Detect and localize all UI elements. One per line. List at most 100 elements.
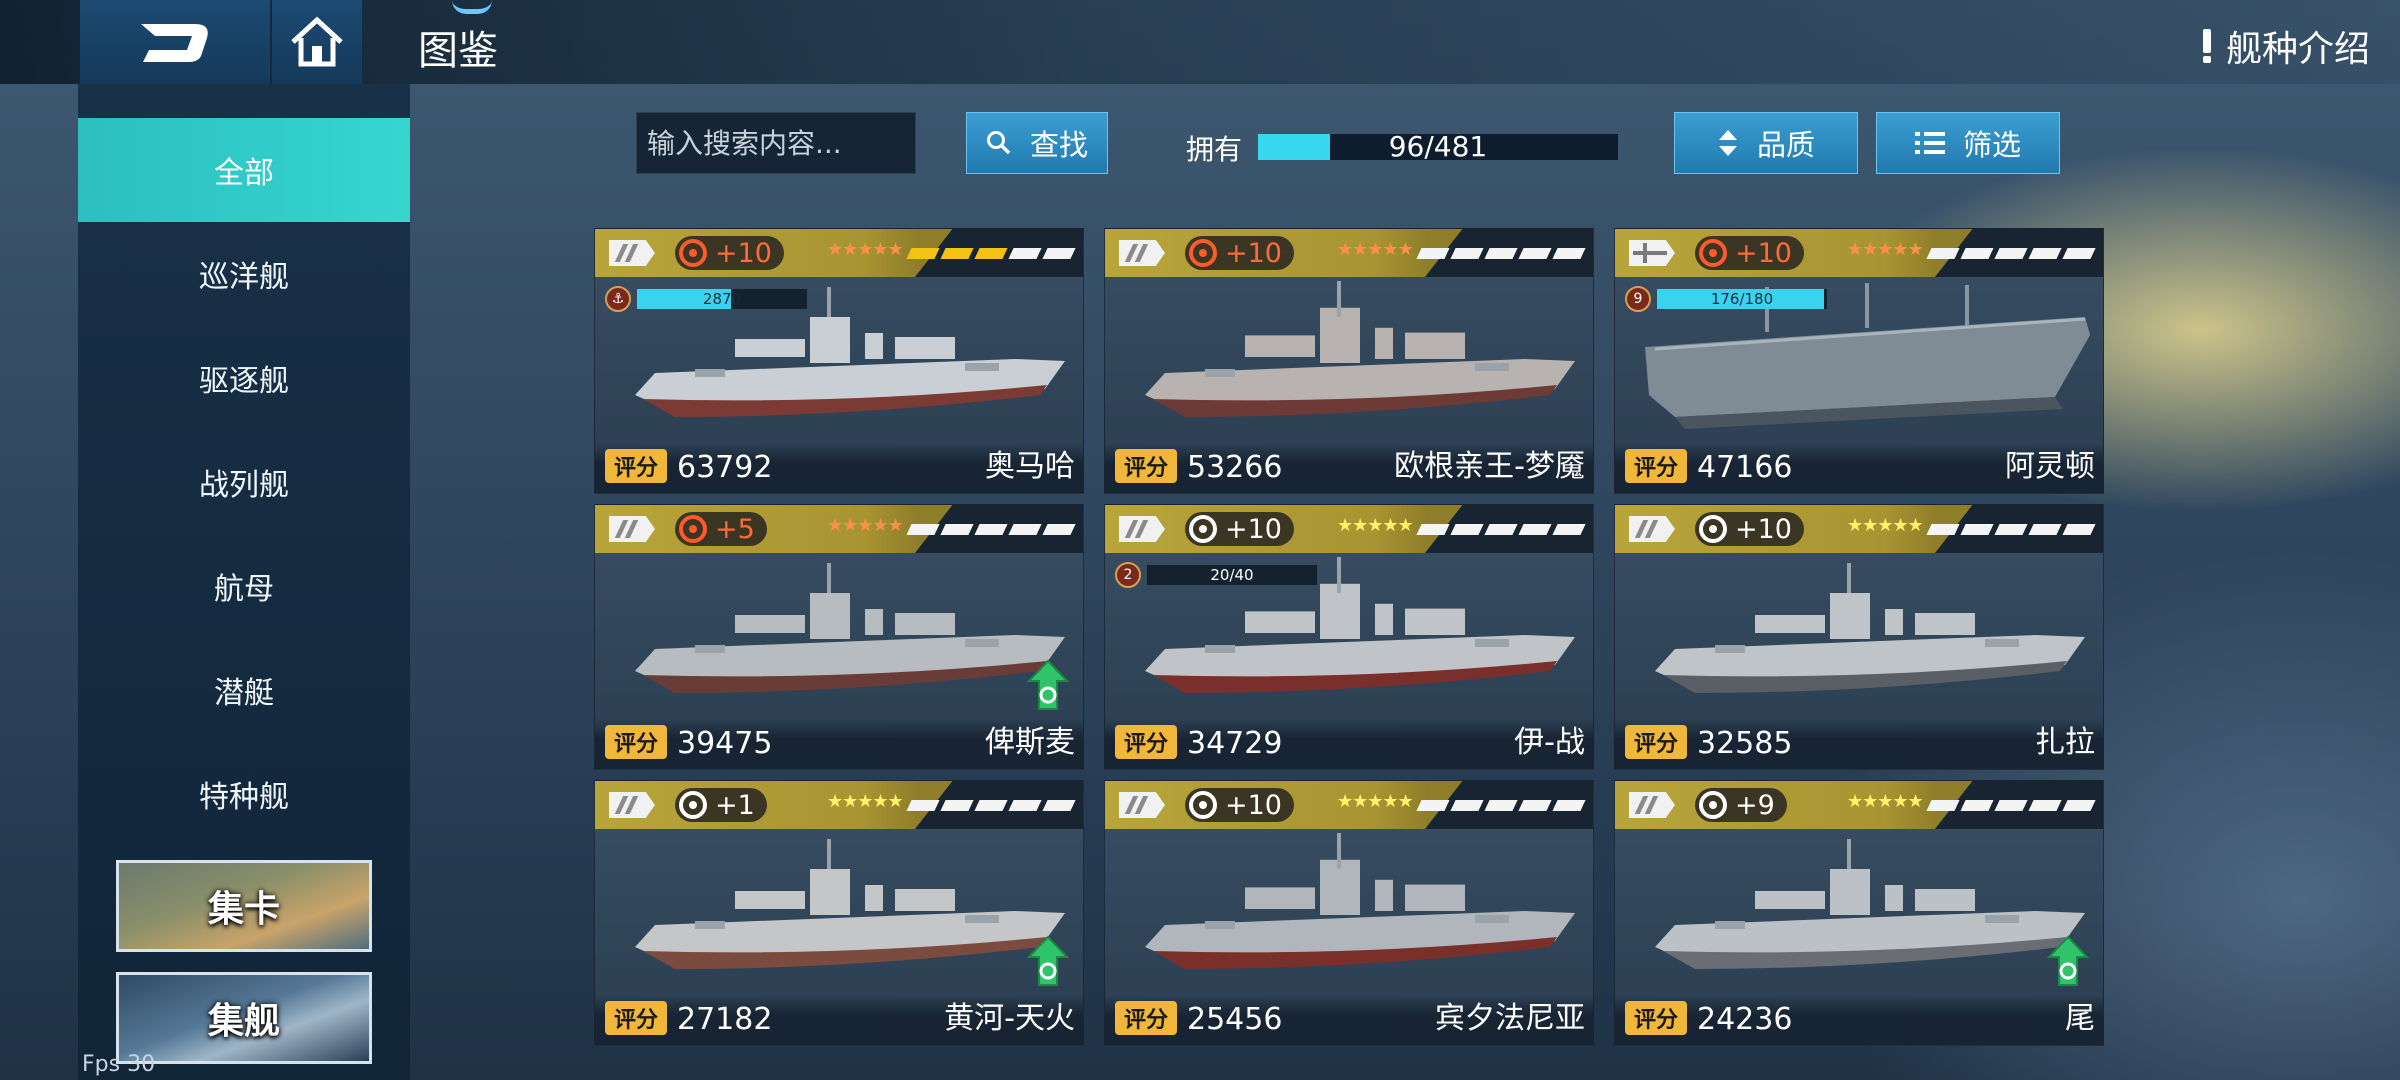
score-value: 53266 bbox=[1187, 450, 1283, 485]
level-segment bbox=[2062, 524, 2096, 535]
sidebar-item-special[interactable]: 特种舰 bbox=[78, 742, 410, 846]
level-segment bbox=[1008, 524, 1042, 535]
level-segment bbox=[1042, 524, 1076, 535]
sidebar-item-all[interactable]: 全部 bbox=[78, 118, 410, 222]
exclamation-icon bbox=[2202, 29, 2212, 63]
ship-card[interactable]: +10 ★★★★★ ⚓ 2870 评分 63792 奥马哈 bbox=[594, 228, 1084, 494]
ship-card[interactable]: +1 ★★★★★ 评分 27182 黄河-天火 bbox=[594, 780, 1084, 1046]
score-label: 评分 bbox=[1625, 449, 1687, 483]
ship-name: 阿灵顿 bbox=[2005, 449, 2095, 484]
level-segment bbox=[1484, 524, 1518, 535]
star-rating: ★★★★★ bbox=[1337, 239, 1414, 260]
card-header: +10 ★★★★★ bbox=[1105, 229, 1593, 277]
gear-icon bbox=[679, 791, 707, 819]
cruiser-type-icon bbox=[1629, 792, 1675, 818]
level-segment bbox=[2062, 800, 2096, 811]
sidebar-item-submarine[interactable]: 潜艇 bbox=[78, 638, 410, 742]
score-value: 63792 bbox=[677, 450, 773, 485]
ship-card[interactable]: +10 ★★★★★ 评分 32585 扎拉 bbox=[1614, 504, 2104, 770]
score-label: 评分 bbox=[1625, 1001, 1687, 1035]
level-segment bbox=[1994, 248, 2028, 259]
sidebar: 全部 巡洋舰 驱逐舰 战列舰 航母 潜艇 特种舰 集卡 集舰 bbox=[78, 84, 410, 1080]
star-rating: ★★★★★ bbox=[827, 515, 904, 536]
top-bar: 图鉴 舰种介绍 bbox=[0, 0, 2400, 84]
level-segment bbox=[1008, 248, 1042, 259]
search-input[interactable] bbox=[636, 112, 916, 174]
ship-collection-tile[interactable]: 集舰 bbox=[116, 972, 372, 1064]
level-segment bbox=[1484, 800, 1518, 811]
title-decoration bbox=[452, 0, 492, 14]
card-header: +9 ★★★★★ bbox=[1615, 781, 2103, 829]
sidebar-item-cruiser[interactable]: 巡洋舰 bbox=[78, 222, 410, 326]
gear-icon bbox=[1189, 239, 1217, 267]
star-rating: ★★★★★ bbox=[827, 239, 904, 260]
level-segments bbox=[1416, 524, 1586, 535]
ship-name: 奥马哈 bbox=[985, 449, 1075, 484]
enhance-level-badge: +5 bbox=[675, 512, 767, 546]
enhance-level-text: +10 bbox=[715, 237, 772, 269]
level-segment bbox=[1552, 248, 1586, 259]
enhance-level-text: +10 bbox=[1225, 237, 1282, 269]
upgrade-arrow-icon[interactable] bbox=[1027, 935, 1069, 987]
fps-counter: Fps 30 bbox=[82, 1052, 156, 1077]
ship-image bbox=[635, 563, 1065, 693]
enhance-level-text: +9 bbox=[1735, 789, 1775, 821]
card-footer: 评分 63792 奥马哈 bbox=[595, 443, 1083, 493]
level-segment bbox=[1042, 248, 1076, 259]
ship-card[interactable]: +10 ★★★★★ 2 20/40 评分 34729 伊-战 bbox=[1104, 504, 1594, 770]
upgrade-arrow-icon[interactable] bbox=[1027, 659, 1069, 711]
card-header: +10 ★★★★★ bbox=[1105, 781, 1593, 829]
score-label: 评分 bbox=[605, 449, 667, 483]
ship-card[interactable]: +9 ★★★★★ 评分 24236 尾 bbox=[1614, 780, 2104, 1046]
ship-card[interactable]: +5 ★★★★★ 评分 39475 俾斯麦 bbox=[594, 504, 1084, 770]
enhance-level-badge: +10 bbox=[1185, 236, 1294, 270]
level-segment bbox=[1416, 800, 1450, 811]
card-footer: 评分 53266 欧根亲王-梦魇 bbox=[1105, 443, 1593, 493]
level-segment bbox=[1450, 800, 1484, 811]
level-segment bbox=[1416, 524, 1450, 535]
back-logo-button[interactable] bbox=[80, 0, 270, 84]
ship-name: 俾斯麦 bbox=[985, 725, 1075, 760]
level-segment bbox=[1926, 248, 1960, 259]
sidebar-item-label: 全部 bbox=[214, 156, 274, 191]
ship-card[interactable]: +10 ★★★★★ 评分 25456 宾夕法尼亚 bbox=[1104, 780, 1594, 1046]
fragment-progress: 2 20/40 bbox=[1115, 561, 1317, 589]
search-button[interactable]: 查找 bbox=[966, 112, 1108, 174]
cruiser-type-icon bbox=[609, 516, 655, 542]
star-rating: ★★★★★ bbox=[1337, 791, 1414, 812]
score-value: 24236 bbox=[1697, 1002, 1793, 1037]
ship-image-area bbox=[595, 553, 1083, 721]
owned-label: 拥有 bbox=[1186, 133, 1243, 166]
level-segment bbox=[906, 248, 940, 259]
enhance-level-badge: +10 bbox=[675, 236, 784, 270]
star-rating: ★★★★★ bbox=[1337, 515, 1414, 536]
sidebar-item-destroyer[interactable]: 驱逐舰 bbox=[78, 326, 410, 430]
ship-card[interactable]: +10 ★★★★★ 9 176/180 评分 47166 阿灵顿 bbox=[1614, 228, 2104, 494]
sidebar-item-battleship[interactable]: 战列舰 bbox=[78, 430, 410, 534]
score-label: 评分 bbox=[605, 1001, 667, 1035]
card-footer: 评分 24236 尾 bbox=[1615, 995, 2103, 1045]
card-collection-tile[interactable]: 集卡 bbox=[116, 860, 372, 952]
enhance-level-text: +10 bbox=[1225, 789, 1282, 821]
card-header: +5 ★★★★★ bbox=[595, 505, 1083, 553]
fragment-progress: 9 176/180 bbox=[1625, 285, 1827, 313]
filter-button[interactable]: 筛选 bbox=[1876, 112, 2060, 174]
level-segment bbox=[974, 248, 1008, 259]
sidebar-item-carrier[interactable]: 航母 bbox=[78, 534, 410, 638]
sidebar-item-label: 潜艇 bbox=[214, 676, 274, 711]
ship-name: 欧根亲王-梦魇 bbox=[1394, 449, 1585, 484]
ship-image bbox=[1145, 281, 1575, 417]
ship-name: 伊-战 bbox=[1514, 725, 1585, 760]
home-button[interactable] bbox=[272, 0, 362, 84]
cruiser-type-icon bbox=[609, 240, 655, 266]
home-icon bbox=[291, 16, 343, 67]
fragment-progress-bar: 2870 bbox=[637, 289, 807, 309]
ship-type-intro-button[interactable]: 舰种介绍 bbox=[2202, 20, 2370, 72]
quality-sort-button[interactable]: 品质 bbox=[1674, 112, 1858, 174]
fragment-progress: ⚓ 2870 bbox=[605, 285, 807, 313]
upgrade-arrow-icon[interactable] bbox=[2047, 935, 2089, 987]
level-segment bbox=[1450, 248, 1484, 259]
ship-card[interactable]: +10 ★★★★★ 评分 53266 欧根亲王-梦魇 bbox=[1104, 228, 1594, 494]
fragment-progress-text: 2870 bbox=[702, 290, 742, 308]
enhance-level-badge: +9 bbox=[1695, 788, 1787, 822]
